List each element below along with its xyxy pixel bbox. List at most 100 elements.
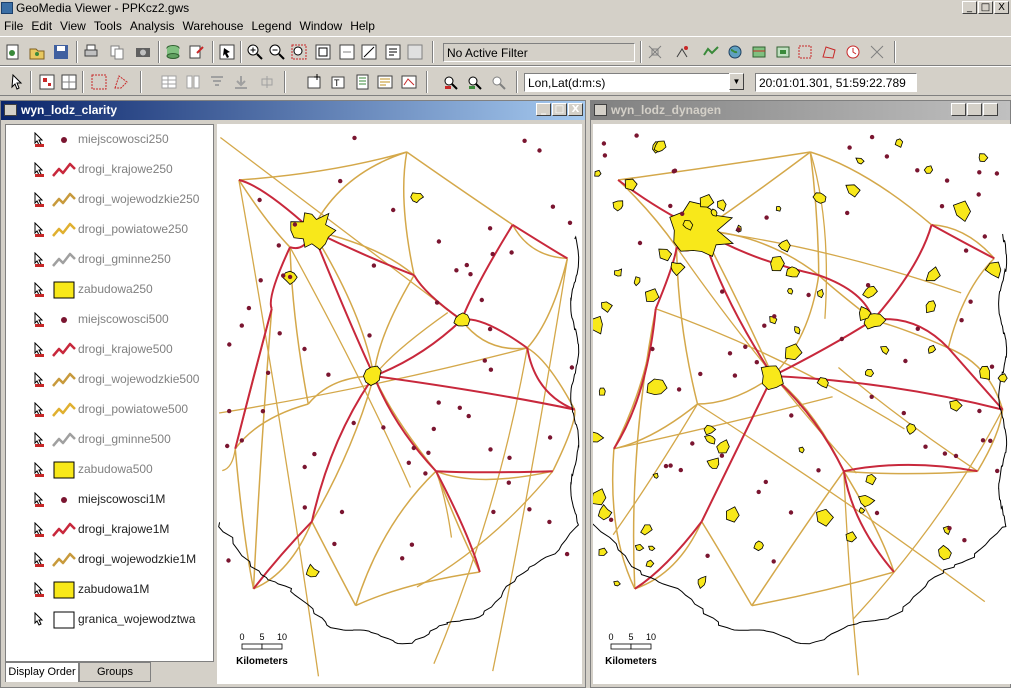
add-text-icon[interactable]: T: [330, 73, 348, 91]
copy-icon[interactable]: [108, 43, 126, 61]
menu-view[interactable]: View: [56, 19, 90, 33]
menu-file[interactable]: File: [0, 19, 27, 33]
layer-pointer-icon[interactable]: [32, 522, 48, 538]
query-icon[interactable]: [490, 73, 508, 91]
legend-edit-icon[interactable]: [354, 73, 372, 91]
minimize-button[interactable]: _: [536, 103, 551, 116]
attribute-filter-icon[interactable]: [674, 43, 692, 61]
legend-item[interactable]: drogi_gminne250: [6, 245, 215, 275]
menu-analysis[interactable]: Analysis: [126, 19, 179, 33]
menu-edit[interactable]: Edit: [27, 19, 56, 33]
layer-pointer-icon[interactable]: [32, 582, 48, 598]
layer-pointer-icon[interactable]: [32, 342, 48, 358]
legend-item[interactable]: granica_wojewodztwa: [6, 605, 215, 635]
layer-pointer-icon[interactable]: [32, 492, 48, 508]
properties-icon[interactable]: [384, 43, 402, 61]
close-button[interactable]: X: [994, 1, 1009, 14]
find-feature-icon[interactable]: [442, 73, 460, 91]
split-icon[interactable]: [258, 73, 276, 91]
layer-pointer-icon[interactable]: [32, 552, 48, 568]
new-workspace-icon[interactable]: [4, 43, 22, 61]
open-workspace-icon[interactable]: [28, 43, 46, 61]
layer-pointer-icon[interactable]: [32, 282, 48, 298]
coordinate-system-select[interactable]: Lon,Lat(d:m:s): [524, 73, 730, 92]
camera-icon[interactable]: [134, 43, 152, 61]
close-button[interactable]: X: [983, 103, 998, 116]
menu-help[interactable]: Help: [346, 19, 379, 33]
insert-icon[interactable]: [232, 73, 250, 91]
previous-view-icon[interactable]: [338, 43, 356, 61]
menu-legend[interactable]: Legend: [247, 19, 295, 33]
legend-item[interactable]: zabudowa1M: [6, 575, 215, 605]
add-legend-icon[interactable]: [188, 43, 206, 61]
rectangle-select-icon[interactable]: [796, 43, 814, 61]
legend-item[interactable]: drogi_krajowe1M: [6, 515, 215, 545]
legend-item[interactable]: zabudowa250: [6, 275, 215, 305]
map-canvas-clarity[interactable]: 0 5 10 Kilometers: [217, 124, 582, 684]
fence-select-icon[interactable]: [90, 73, 108, 91]
maximize-button[interactable]: □: [552, 103, 567, 116]
maximize-button[interactable]: □: [978, 1, 993, 14]
style-icon[interactable]: [400, 73, 418, 91]
image-icon[interactable]: [774, 43, 792, 61]
legend-item[interactable]: drogi_wojewodzkie500: [6, 365, 215, 395]
minimize-button[interactable]: _: [962, 1, 977, 14]
route-icon[interactable]: [702, 43, 720, 61]
layer-properties-icon[interactable]: [376, 73, 394, 91]
filter-field[interactable]: No Active Filter: [443, 43, 635, 62]
legend-item[interactable]: drogi_powiatowe250: [6, 215, 215, 245]
legend-item[interactable]: drogi_krajowe500: [6, 335, 215, 365]
legend-item[interactable]: drogi_gminne500: [6, 425, 215, 455]
maximize-button[interactable]: □: [967, 103, 982, 116]
select-set-icon[interactable]: [38, 73, 56, 91]
legend-item[interactable]: miejscowosci250: [6, 125, 215, 155]
menu-tools[interactable]: Tools: [90, 19, 126, 33]
layer-pointer-icon[interactable]: [32, 402, 48, 418]
table-icon[interactable]: [160, 73, 178, 91]
tab-display-order[interactable]: Display Order: [5, 662, 79, 682]
legend-item[interactable]: drogi_krajowe250: [6, 155, 215, 185]
zoom-in-icon[interactable]: [246, 43, 264, 61]
overview-icon[interactable]: [406, 43, 424, 61]
globe-icon[interactable]: [726, 43, 744, 61]
map-window-caption[interactable]: wyn_lodz_dynagen _ □ X: [591, 101, 1010, 120]
select-tool-icon[interactable]: [218, 43, 236, 61]
map-canvas-dynagen[interactable]: 0 5 10 Kilometers: [585, 124, 1011, 684]
spatial-filter-icon[interactable]: [646, 43, 664, 61]
fit-all-icon[interactable]: [314, 43, 332, 61]
select-grid-icon[interactable]: [60, 73, 78, 91]
legend-item[interactable]: drogi_wojewodzkie1M: [6, 545, 215, 575]
minimize-button[interactable]: _: [951, 103, 966, 116]
layer-pointer-icon[interactable]: [32, 132, 48, 148]
map-window-caption[interactable]: wyn_lodz_clarity _ □ X: [1, 101, 585, 120]
print-icon[interactable]: [82, 43, 100, 61]
layer-pointer-icon[interactable]: [32, 612, 48, 628]
legend-item[interactable]: miejscowosci1M: [6, 485, 215, 515]
legend-item[interactable]: drogi_wojewodzkie250: [6, 185, 215, 215]
polygon-select-icon[interactable]: [820, 43, 838, 61]
layer-pointer-icon[interactable]: [32, 252, 48, 268]
layer-pointer-icon[interactable]: [32, 162, 48, 178]
sort-icon[interactable]: [208, 73, 226, 91]
map-tool-icon[interactable]: [750, 43, 768, 61]
menu-window[interactable]: Window: [296, 19, 347, 33]
clock-icon[interactable]: [844, 43, 862, 61]
layer-pointer-icon[interactable]: [32, 372, 48, 388]
layer-pointer-icon[interactable]: [32, 192, 48, 208]
zoom-out-icon[interactable]: [268, 43, 286, 61]
legend-item[interactable]: drogi_powiatowe500: [6, 395, 215, 425]
zoom-window-icon[interactable]: [290, 43, 308, 61]
warehouse-icon[interactable]: [164, 43, 182, 61]
layer-pointer-icon[interactable]: [32, 432, 48, 448]
pan-icon[interactable]: [360, 43, 378, 61]
columns-icon[interactable]: [184, 73, 202, 91]
polygon-fence-icon[interactable]: [112, 73, 130, 91]
layer-pointer-icon[interactable]: [32, 312, 48, 328]
close-button[interactable]: X: [568, 103, 583, 116]
legend-item[interactable]: zabudowa500: [6, 455, 215, 485]
chevron-down-icon[interactable]: ▼: [729, 73, 744, 90]
measure-icon[interactable]: [868, 43, 886, 61]
layer-pointer-icon[interactable]: [32, 462, 48, 478]
save-workspace-icon[interactable]: [52, 43, 70, 61]
locate-icon[interactable]: [466, 73, 484, 91]
